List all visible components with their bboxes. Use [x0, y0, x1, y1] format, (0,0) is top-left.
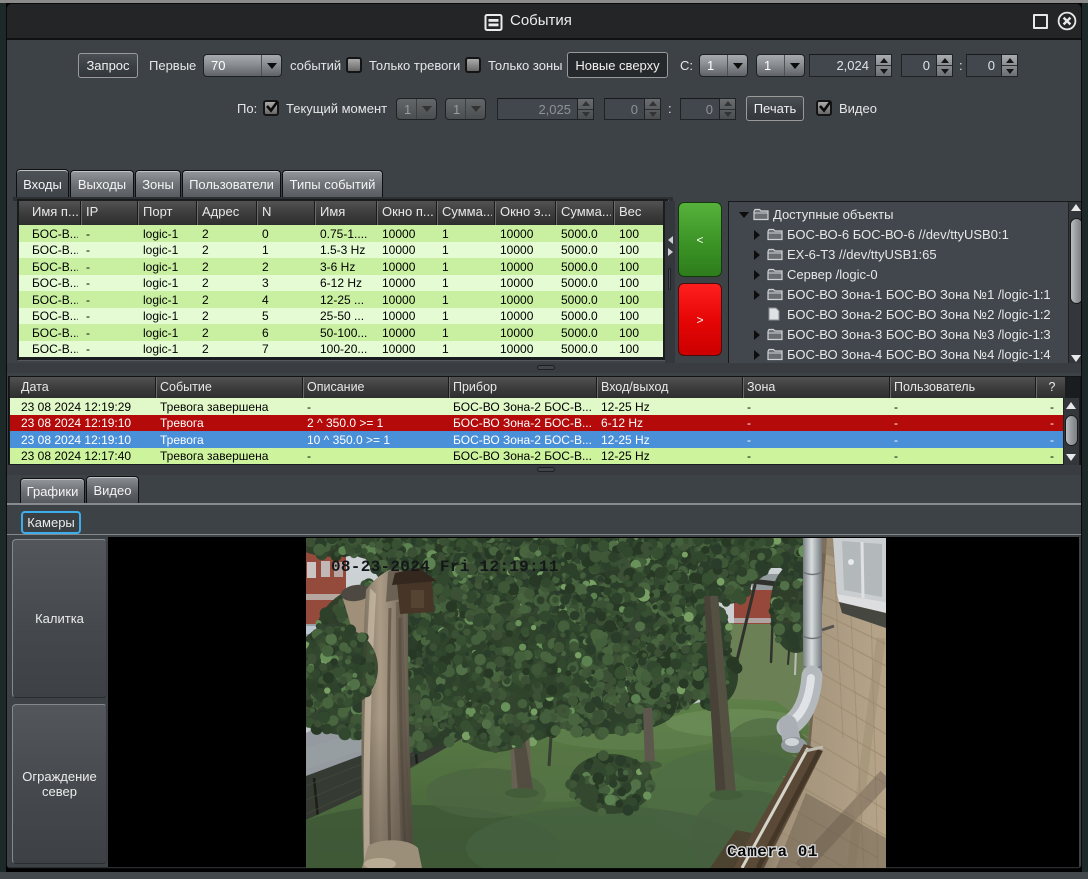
svg-text:Camera 01: Camera 01 [727, 843, 818, 861]
svg-text:08-23-2024 Fri 12:19:11: 08-23-2024 Fri 12:19:11 [331, 558, 559, 576]
